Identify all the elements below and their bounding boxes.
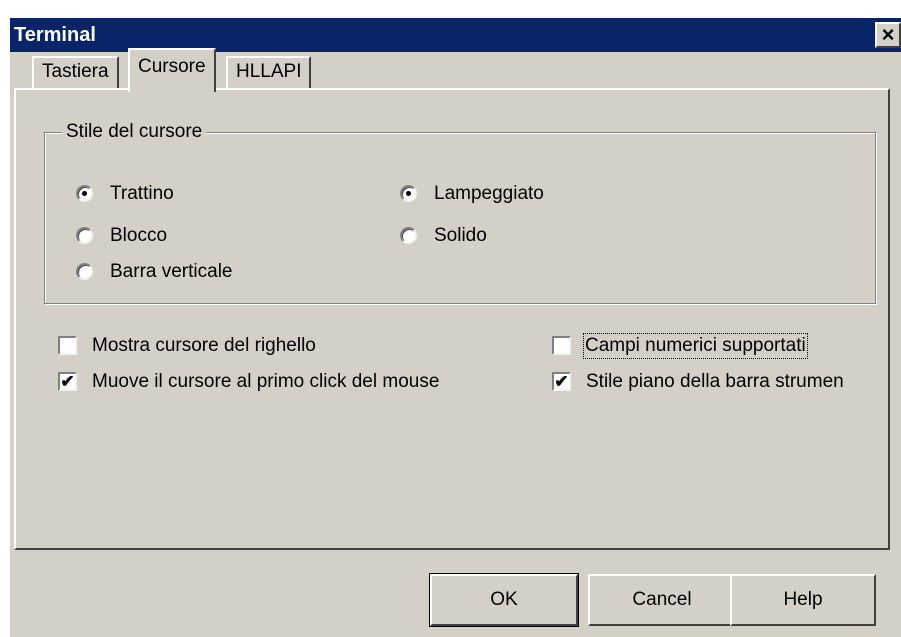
checkbox-move-cursor-first-click[interactable]: ✔ (58, 372, 77, 391)
tab-tastiera-label: Tastiera (42, 61, 109, 82)
help-button[interactable]: Help (730, 574, 876, 626)
tab-tastiera[interactable]: Tastiera (32, 56, 119, 90)
radio-solido[interactable] (400, 227, 417, 244)
ok-button[interactable]: OK (429, 573, 579, 627)
checkbox-flat-toolbar-style-label[interactable]: Stile piano della barra strumen (586, 370, 844, 394)
radio-lampeggiato-label[interactable]: Lampeggiato (434, 182, 544, 206)
radio-blocco[interactable] (76, 227, 93, 244)
close-icon: × (881, 22, 895, 47)
checkbox-numeric-fields-supported[interactable] (552, 336, 571, 355)
checkbox-show-ruler-cursor-label[interactable]: Mostra cursore del righello (92, 334, 316, 358)
cancel-button[interactable]: Cancel (588, 574, 736, 626)
window-title: Terminal (14, 24, 96, 46)
radio-solido-label[interactable]: Solido (434, 224, 487, 248)
radio-trattino[interactable] (76, 185, 93, 202)
tab-hllapi[interactable]: HLLAPI (226, 56, 312, 90)
radio-blocco-label[interactable]: Blocco (110, 224, 167, 248)
checkbox-numeric-fields-supported-label[interactable]: Campi numerici supportati (583, 333, 808, 359)
close-button[interactable]: × (875, 22, 901, 48)
tab-cursore-label: Cursore (138, 56, 206, 77)
cursor-style-group-title: Stile del cursore (62, 120, 207, 144)
radio-barra-verticale-label[interactable]: Barra verticale (110, 260, 233, 284)
checkbox-flat-toolbar-style[interactable]: ✔ (552, 372, 571, 391)
checkbox-move-cursor-first-click-label[interactable]: Muove il cursore al primo click del mous… (92, 370, 439, 394)
ok-button-label: OK (490, 589, 518, 610)
tab-cursore[interactable]: Cursore (128, 48, 216, 92)
radio-trattino-label[interactable]: Trattino (110, 182, 174, 206)
radio-barra-verticale[interactable] (76, 263, 93, 280)
radio-lampeggiato[interactable] (400, 185, 417, 202)
help-button-label: Help (783, 589, 823, 610)
title-bar[interactable]: Terminal × (10, 18, 901, 52)
tab-hllapi-label: HLLAPI (236, 61, 302, 82)
cancel-button-label: Cancel (632, 589, 692, 610)
checkbox-show-ruler-cursor[interactable] (58, 336, 77, 355)
